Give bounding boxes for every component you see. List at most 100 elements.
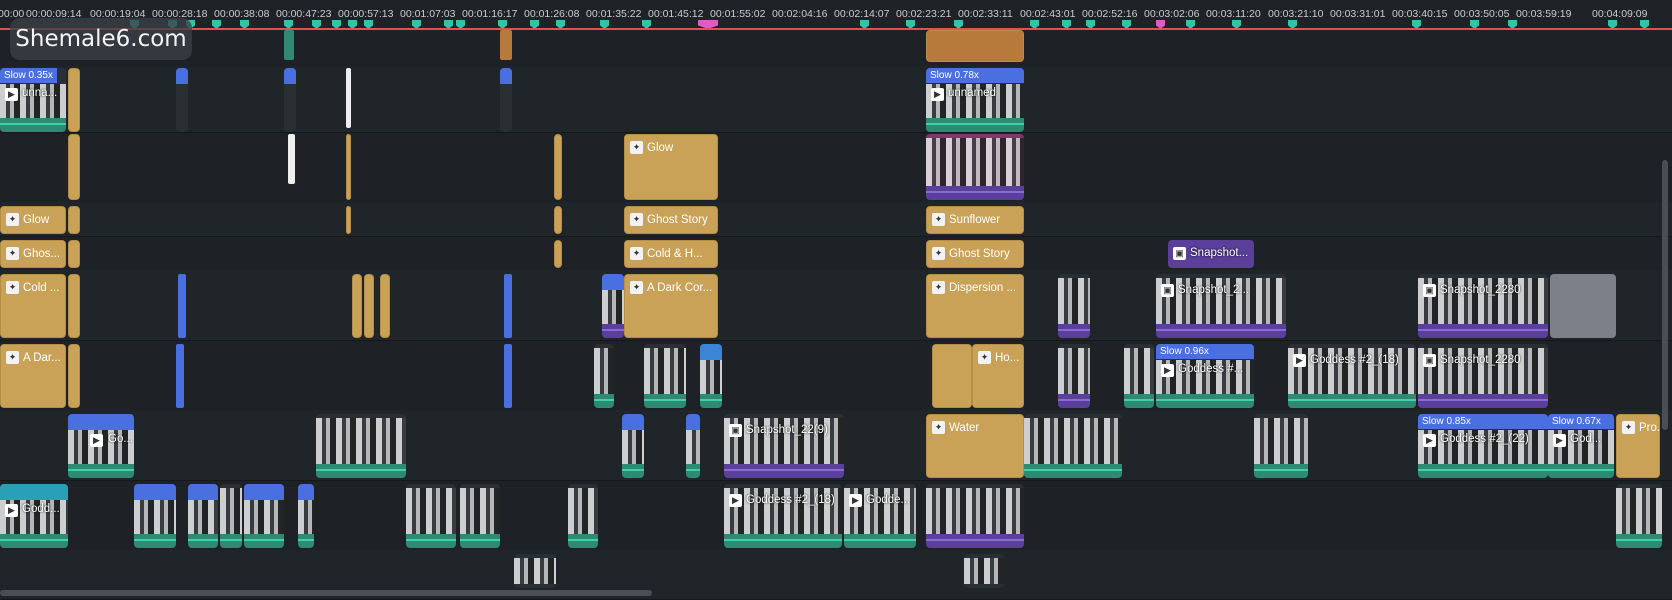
effect-clip[interactable]	[68, 206, 80, 234]
effect-clip[interactable]	[554, 240, 562, 268]
video-clip[interactable]	[602, 274, 624, 338]
video-clip[interactable]	[568, 484, 598, 548]
video-clip[interactable]: ▶ Goddess #2_(18)	[724, 484, 842, 548]
video-clip[interactable]	[176, 68, 188, 132]
image-clip[interactable]: ▣ Snapshot_2...	[1156, 274, 1286, 338]
effect-clip[interactable]: ✦ Ho...	[972, 344, 1024, 408]
effect-clip[interactable]: ✦ A Dark Cor...	[624, 274, 718, 338]
video-clip[interactable]	[316, 414, 406, 478]
video-clip[interactable]	[500, 68, 512, 132]
video-clip[interactable]	[622, 414, 644, 478]
speed-badge[interactable]: Slow 0.85x	[1418, 414, 1548, 429]
clip-label: A Dar...	[23, 352, 61, 364]
clip-sliver[interactable]	[284, 30, 294, 60]
clip-sliver[interactable]	[504, 344, 512, 408]
effect-clip[interactable]	[68, 68, 80, 132]
speed-badge[interactable]: Slow 0.67x	[1548, 414, 1614, 429]
video-clip[interactable]	[284, 68, 296, 132]
track-lane[interactable]	[0, 236, 1672, 271]
effect-icon: ✦	[932, 281, 945, 294]
video-clip[interactable]	[244, 484, 284, 548]
video-clip[interactable]	[686, 414, 700, 478]
speed-badge[interactable]: Slow 0.78x	[926, 68, 1024, 83]
effect-clip[interactable]: ✦ Glow	[0, 206, 66, 234]
video-clip[interactable]: Slow 0.85x ▶ Goddess #2_(22)	[1418, 414, 1548, 478]
effect-clip[interactable]	[364, 274, 374, 338]
effect-clip[interactable]: ✦ Sunflower	[926, 206, 1024, 234]
effect-clip[interactable]	[68, 134, 80, 200]
image-clip[interactable]: ▣ Snapshot_2280	[1418, 274, 1548, 338]
image-clip[interactable]: ▣ Snapshot_22(9)	[724, 414, 844, 478]
track-lane[interactable]	[0, 66, 1672, 133]
video-clip[interactable]: Slow 0.35x ▶ unna...	[0, 68, 66, 132]
effect-clip[interactable]: ✦ Cold ...	[0, 274, 66, 338]
clip-sliver[interactable]	[288, 134, 295, 184]
ruler-tick: 00:00:38:08	[214, 8, 270, 20]
image-clip[interactable]: ▣ Snapshot...	[1168, 240, 1254, 268]
effect-clip[interactable]	[68, 344, 80, 408]
clip-band	[1156, 324, 1286, 338]
video-clip[interactable]: Slow 0.78x ▶ unnamed	[926, 68, 1024, 132]
effect-clip[interactable]: ✦ Ghos...	[0, 240, 66, 268]
effect-clip[interactable]	[926, 30, 1024, 62]
clip-sliver[interactable]	[176, 344, 184, 408]
effect-clip[interactable]	[68, 240, 80, 268]
video-clip[interactable]: ▶ Goddess #2_(18)	[1288, 344, 1416, 408]
effect-clip[interactable]	[554, 134, 562, 200]
effect-clip[interactable]	[380, 274, 390, 338]
effect-clip[interactable]	[554, 206, 562, 234]
effect-clip[interactable]	[346, 134, 351, 200]
effect-clip[interactable]	[68, 274, 80, 338]
clip-sliver[interactable]	[504, 274, 512, 338]
video-clip[interactable]	[1254, 414, 1308, 478]
video-clip[interactable]	[594, 344, 614, 408]
clip-sliver[interactable]	[178, 274, 186, 338]
effect-clip[interactable]: ✦ A Dar...	[0, 344, 66, 408]
effect-clip[interactable]: ✦ Pro...	[1616, 414, 1660, 478]
effect-clip[interactable]: ✦ Dispersion ...	[926, 274, 1024, 338]
image-clip[interactable]: ▣ Snapshot_2280	[1418, 344, 1548, 408]
clip-sliver[interactable]	[346, 68, 351, 128]
video-clip[interactable]	[1024, 414, 1122, 478]
video-clip[interactable]: ▶ Godd...	[0, 484, 68, 548]
video-clip[interactable]	[700, 344, 722, 408]
effect-clip[interactable]: ✦ Cold & H...	[624, 240, 718, 268]
effect-clip[interactable]: ✦ Ghost Story	[624, 206, 718, 234]
video-clip[interactable]	[220, 484, 242, 548]
video-clip[interactable]	[1058, 344, 1090, 408]
video-clip[interactable]	[1616, 484, 1662, 548]
track-lane[interactable]	[0, 202, 1672, 237]
timeline-ruler[interactable]: 00:00 00:00:09:14 00:00:19:04 00:00:28:1…	[0, 0, 1672, 30]
video-clip[interactable]	[964, 554, 1004, 588]
vertical-scrollbar[interactable]	[1662, 160, 1668, 430]
track-lane[interactable]	[0, 30, 1672, 67]
effect-clip[interactable]	[346, 206, 351, 234]
video-clip[interactable]: ▶ Go...	[68, 414, 134, 478]
effect-clip[interactable]	[352, 274, 362, 338]
video-clip[interactable]: Slow 0.96x ▶ Goddess #...	[1156, 344, 1254, 408]
video-clip[interactable]	[134, 484, 176, 548]
clip-sliver[interactable]	[500, 30, 512, 60]
video-clip[interactable]	[460, 484, 500, 548]
effect-clip[interactable]	[932, 344, 972, 408]
video-clip[interactable]	[406, 484, 456, 548]
effect-clip[interactable]: ✦ Ghost Story	[926, 240, 1024, 268]
video-icon: ▶	[1161, 364, 1174, 377]
horizontal-scrollbar[interactable]	[0, 590, 652, 596]
speed-badge[interactable]: Slow 0.96x	[1156, 344, 1254, 359]
speed-badge[interactable]: Slow 0.35x	[0, 68, 57, 83]
video-clip[interactable]	[1058, 274, 1090, 338]
video-clip[interactable]	[298, 484, 314, 548]
video-clip[interactable]	[926, 134, 1024, 200]
disabled-clip[interactable]	[1550, 274, 1616, 338]
video-clip[interactable]	[188, 484, 218, 548]
effect-clip[interactable]: ✦ Water	[926, 414, 1024, 478]
video-clip[interactable]	[926, 484, 1024, 548]
video-clip[interactable]: ▶ Godde...	[844, 484, 916, 548]
video-clip[interactable]	[514, 554, 556, 588]
effect-clip[interactable]: ✦ Glow	[624, 134, 718, 200]
video-clip[interactable]	[644, 344, 686, 408]
track-lane[interactable]	[0, 132, 1672, 203]
video-clip[interactable]: Slow 0.67x ▶ God...	[1548, 414, 1614, 478]
video-clip[interactable]	[1124, 344, 1154, 408]
